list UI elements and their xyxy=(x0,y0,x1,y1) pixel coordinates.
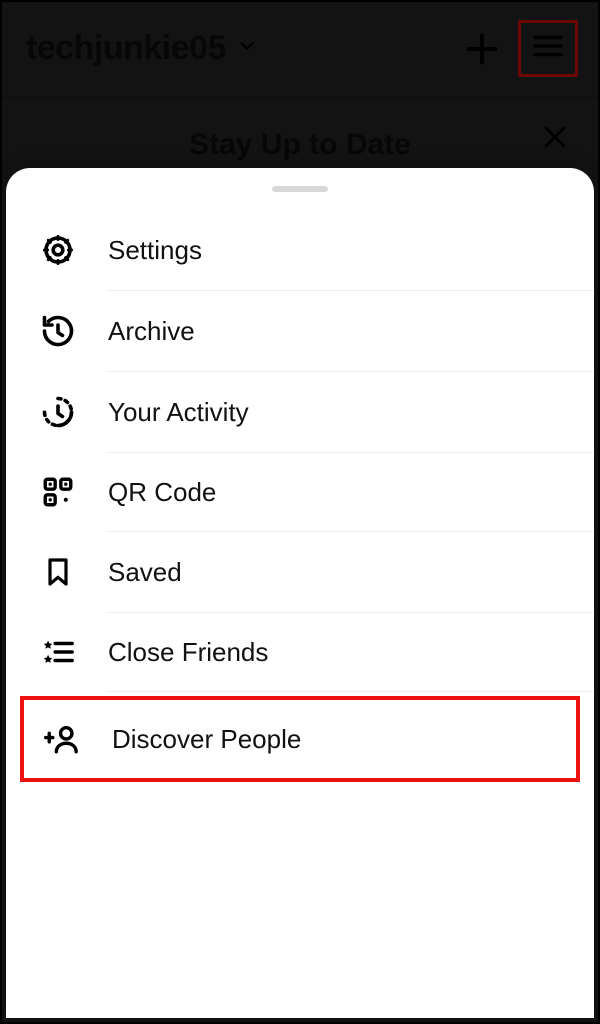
activity-icon xyxy=(36,394,80,430)
menu-item-qr-code[interactable]: QR Code xyxy=(6,453,594,531)
highlight-discover-people: Discover People xyxy=(20,696,580,782)
gear-icon xyxy=(36,232,80,268)
bookmark-icon xyxy=(36,554,80,590)
menu-item-saved[interactable]: Saved xyxy=(6,532,594,612)
menu-item-label: Settings xyxy=(108,235,202,266)
menu-item-settings[interactable]: Settings xyxy=(6,210,594,290)
menu-item-label: Discover People xyxy=(112,724,301,755)
discover-people-icon xyxy=(40,722,84,756)
menu-item-label: Your Activity xyxy=(108,397,249,428)
qr-code-icon xyxy=(36,475,80,509)
menu-item-label: Saved xyxy=(108,557,182,588)
archive-icon xyxy=(36,313,80,349)
menu-item-archive[interactable]: Archive xyxy=(6,291,594,371)
menu-item-label: Archive xyxy=(108,316,195,347)
sheet-grabber[interactable] xyxy=(272,186,328,192)
menu-item-your-activity[interactable]: Your Activity xyxy=(6,372,594,452)
menu-item-discover-people[interactable]: Discover People xyxy=(24,700,576,778)
options-sheet: Settings Archive Your Activity QR Code xyxy=(6,168,594,1018)
menu-item-label: Close Friends xyxy=(108,637,268,668)
menu-item-close-friends[interactable]: Close Friends xyxy=(6,613,594,691)
options-menu: Settings Archive Your Activity QR Code xyxy=(6,210,594,782)
divider xyxy=(106,691,594,692)
close-friends-icon xyxy=(36,635,80,669)
menu-item-label: QR Code xyxy=(108,477,216,508)
